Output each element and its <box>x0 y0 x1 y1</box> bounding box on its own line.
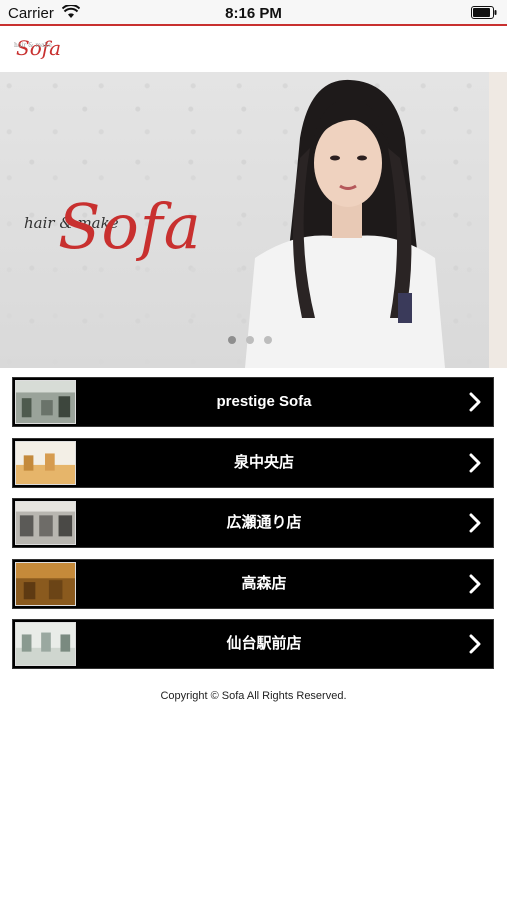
next-slide-peek <box>489 72 507 368</box>
store-thumbnail <box>15 561 76 606</box>
chevron-right-icon <box>469 453 481 472</box>
header-logo-tagline: hair & make <box>14 42 52 49</box>
store-thumbnail <box>15 440 76 485</box>
store-label: 仙台駅前店 <box>226 635 302 652</box>
chevron-right-icon <box>469 392 481 412</box>
store-thumbnail <box>15 622 76 666</box>
copyright-text: Copyright © Sofa All Rights Reserved. <box>160 690 347 702</box>
battery-icon <box>471 6 497 24</box>
store-row-prestige-sofa[interactable]: prestige Sofa <box>12 377 494 427</box>
store-list: prestige Sofa 泉中央店 広瀬通り店 高森店 仙台駅前店 <box>12 377 494 680</box>
banner-logo: Sofa <box>58 190 202 263</box>
store-label: 泉中央店 <box>233 453 294 471</box>
store-label: prestige Sofa <box>216 393 312 410</box>
chevron-right-icon <box>469 574 481 593</box>
model-photo <box>245 79 445 368</box>
chevron-right-icon <box>469 513 481 533</box>
store-label: 広瀬通り店 <box>226 514 302 531</box>
carousel-dot[interactable] <box>264 336 272 344</box>
carousel-dot[interactable] <box>246 336 254 344</box>
header-logo[interactable]: hair & make Sofa <box>14 36 61 60</box>
app-header: hair & make Sofa <box>0 28 507 70</box>
store-row-izumi-chuo[interactable]: 泉中央店 <box>12 437 494 488</box>
carousel-indicators <box>228 336 272 344</box>
store-row-hirose-dori[interactable]: 広瀬通り店 <box>12 498 494 548</box>
store-thumbnail <box>15 501 76 545</box>
store-label: 高森店 <box>241 574 287 592</box>
status-bar: Carrier 8:16 PM <box>0 0 507 26</box>
clock: 8:16 PM <box>225 5 282 22</box>
carousel-dot[interactable] <box>228 336 236 344</box>
banner-carousel[interactable]: hair & make Sofa <box>0 72 507 368</box>
store-row-sendai-ekimae[interactable]: 仙台駅前店 <box>12 619 494 669</box>
store-row-takamori[interactable]: 高森店 <box>12 558 494 609</box>
store-thumbnail <box>15 380 76 424</box>
chevron-right-icon <box>469 634 481 654</box>
